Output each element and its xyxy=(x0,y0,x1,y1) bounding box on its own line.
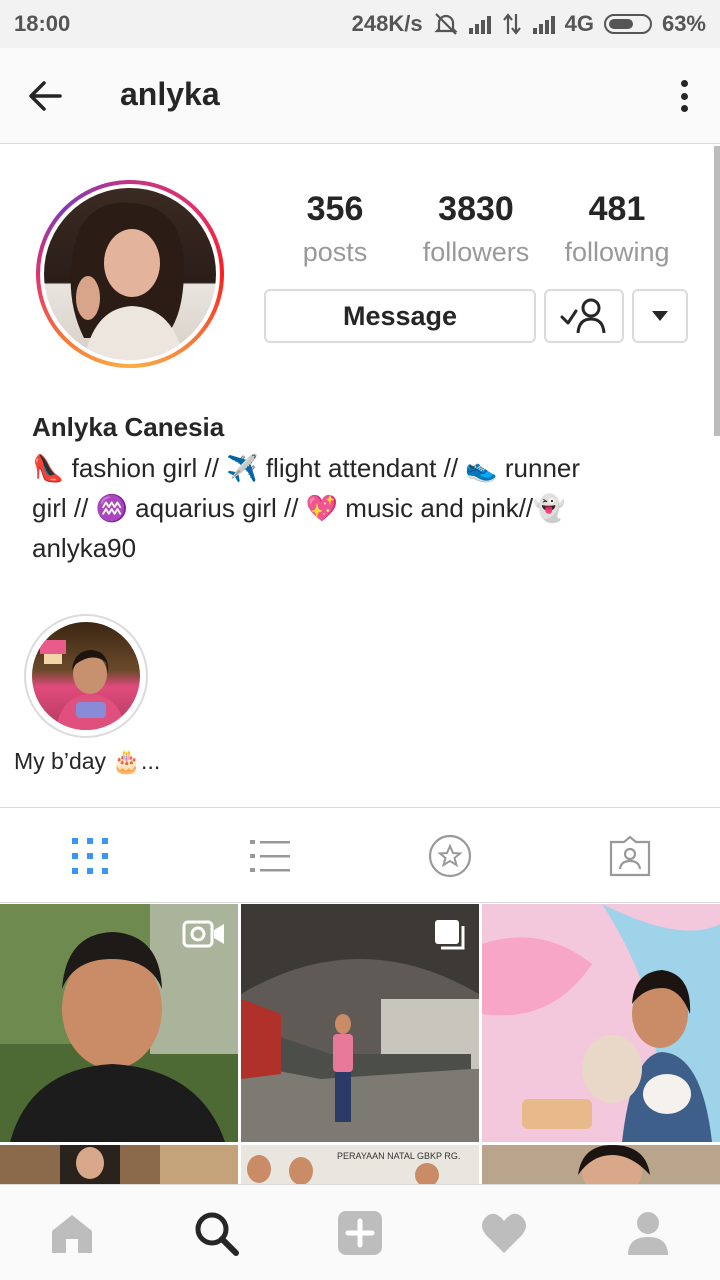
profile-bio: 👠 fashion girl // ✈️ flight attendant //… xyxy=(32,453,581,563)
suggestions-dropdown-button[interactable] xyxy=(632,289,688,343)
profile-full-name: Anlyka Canesia xyxy=(32,412,225,442)
data-arrows-icon xyxy=(502,13,521,35)
list-icon xyxy=(250,840,290,872)
tab-grid[interactable] xyxy=(68,834,112,878)
grid-post[interactable] xyxy=(241,904,479,1142)
more-dot xyxy=(680,92,688,100)
add-icon xyxy=(338,1211,382,1255)
grid-post[interactable] xyxy=(482,1145,720,1185)
saved-star-icon xyxy=(428,834,472,878)
message-button[interactable]: Message xyxy=(264,289,536,343)
tab-tagged[interactable] xyxy=(608,834,652,878)
status-bar: 18:00 248K/s 4G 63% xyxy=(0,0,720,48)
following-check-icon xyxy=(560,298,606,334)
profile-icon xyxy=(628,1212,668,1255)
grid-post[interactable] xyxy=(0,1145,238,1185)
post-caption-text: PERAYAAN NATAL GBKP RG. xyxy=(337,1151,460,1161)
signal-icon xyxy=(532,14,555,34)
carousel-icon xyxy=(435,920,465,950)
avatar-photo xyxy=(44,188,216,360)
tagged-icon xyxy=(609,835,651,877)
highlight-label: My b’day 🎂... xyxy=(14,748,161,774)
top-app-bar: anlyka xyxy=(0,48,720,144)
home-icon xyxy=(52,1215,92,1253)
stat-following[interactable]: 481 following xyxy=(556,190,678,268)
stat-followers[interactable]: 3830 followers xyxy=(414,190,538,268)
nav-activity[interactable] xyxy=(480,1209,528,1257)
network-speed: 248K/s xyxy=(351,11,423,36)
heart-icon xyxy=(482,1213,526,1253)
scrollbar[interactable] xyxy=(714,146,720,436)
battery-percent: 63% xyxy=(661,11,706,36)
back-button[interactable] xyxy=(24,74,72,118)
following-button[interactable] xyxy=(544,289,624,343)
grid-post[interactable] xyxy=(0,904,238,1142)
stat-posts[interactable]: 356 posts xyxy=(290,190,380,268)
nav-search[interactable] xyxy=(192,1209,240,1257)
more-vertical-icon xyxy=(680,80,688,87)
mute-icon xyxy=(433,13,458,35)
highlight-illustration xyxy=(40,640,124,730)
posts-label: posts xyxy=(302,237,368,267)
status-time: 18:00 xyxy=(14,11,71,36)
posts-count: 356 xyxy=(306,190,364,228)
battery-icon xyxy=(603,14,652,34)
page-title: anlyka xyxy=(120,76,220,112)
post-photo xyxy=(482,1145,720,1185)
nav-profile[interactable] xyxy=(624,1209,672,1257)
status-right: 248K/s 4G 63% xyxy=(352,11,706,37)
grid-post[interactable] xyxy=(482,904,720,1142)
message-button-label: Message xyxy=(342,300,458,331)
battery-fill xyxy=(608,19,633,29)
following-label: following xyxy=(564,237,670,267)
bottom-navigation xyxy=(0,1184,720,1280)
grid-icon xyxy=(72,838,108,874)
network-type: 4G xyxy=(564,11,594,36)
following-count: 481 xyxy=(588,190,646,228)
profile-tab-bar xyxy=(0,807,720,903)
arrow-left-icon xyxy=(29,81,62,111)
highlight-photo xyxy=(32,622,140,730)
more-dot xyxy=(680,105,688,112)
tab-list[interactable] xyxy=(248,834,292,878)
video-icon xyxy=(182,920,224,948)
post-photo xyxy=(482,904,720,1142)
signal-icon xyxy=(468,14,491,34)
grid-post[interactable]: PERAYAAN NATAL GBKP RG. xyxy=(241,1145,479,1185)
nav-add-post[interactable] xyxy=(336,1209,384,1257)
tab-saved[interactable] xyxy=(428,834,472,878)
post-photo xyxy=(0,1145,238,1185)
nav-home[interactable] xyxy=(48,1209,96,1257)
profile-avatar[interactable] xyxy=(36,180,224,368)
caret-down-icon xyxy=(652,311,668,321)
more-options-button[interactable] xyxy=(672,76,696,116)
story-highlight[interactable] xyxy=(24,614,148,738)
followers-label: followers xyxy=(422,237,530,267)
avatar-illustration xyxy=(70,202,184,360)
search-icon xyxy=(195,1212,239,1256)
followers-count: 3830 xyxy=(438,190,514,228)
post-photo: PERAYAAN NATAL GBKP RG. xyxy=(241,1145,479,1185)
